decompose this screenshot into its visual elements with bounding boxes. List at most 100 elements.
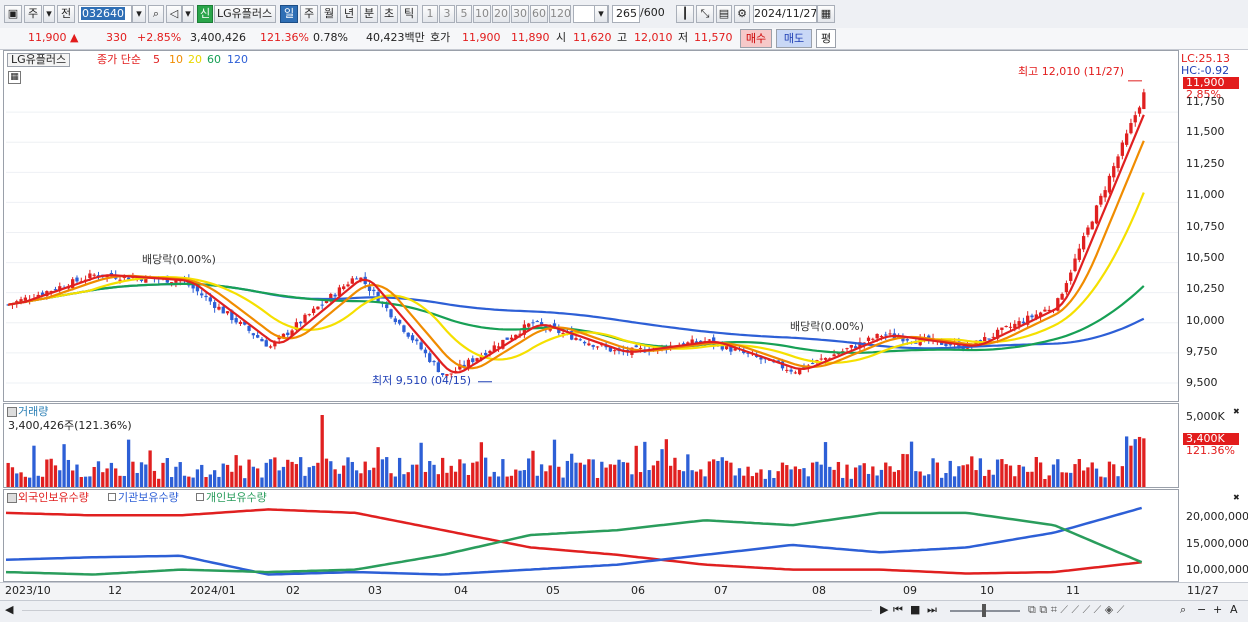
volume-bar [772, 477, 776, 487]
zoom-out-icon[interactable]: − [1197, 604, 1206, 616]
x-tick: 09 [903, 584, 917, 597]
candle-body [905, 339, 909, 341]
window-menu-icon[interactable]: ▣ [4, 5, 22, 23]
minute-unit-30[interactable]: 30 [511, 5, 529, 23]
volume-close-icon[interactable]: ✖ [1233, 406, 1240, 418]
volume-bar [225, 464, 230, 487]
type-dropdown-icon[interactable]: ▾ [43, 5, 55, 23]
period-month-label: 월 [323, 7, 335, 20]
draw-tool-icon[interactable]: ⤡ [696, 5, 714, 23]
zoom-in-icon[interactable]: + [1213, 604, 1222, 616]
tab-period-second[interactable]: 초 [380, 5, 398, 23]
count-input[interactable]: 265 [612, 5, 640, 23]
holdings-panel-icon[interactable] [7, 493, 17, 503]
minute-unit-120[interactable]: 120 [549, 5, 571, 23]
minute-unit-20[interactable]: 20 [492, 5, 510, 23]
date-input[interactable]: 2024/11/27 [753, 5, 817, 23]
minute-unit-10[interactable]: 10 [473, 5, 491, 23]
calendar-icon[interactable]: ▦ [817, 5, 835, 23]
code-input[interactable]: 032640 [78, 5, 132, 23]
volume-bar [574, 462, 578, 487]
candle-type-icon[interactable]: ┃ [676, 5, 694, 23]
candle-body [1069, 272, 1073, 281]
volume-bar [174, 466, 178, 487]
speaker-icon[interactable]: ◁ [166, 5, 182, 23]
tab-period-week[interactable]: 주 [300, 5, 318, 23]
volume-bar [324, 458, 329, 487]
last-page-icon[interactable]: ⏭ [927, 604, 937, 616]
candle-body [888, 333, 892, 335]
candle-body [367, 286, 372, 291]
scrollbar-track[interactable] [22, 610, 872, 611]
scroll-left-icon[interactable]: ◀ [5, 604, 13, 616]
volume-bar [690, 470, 694, 487]
x-tick: 06 [631, 584, 645, 597]
tab-period-day[interactable]: 일 [280, 5, 298, 23]
prev-button[interactable]: 전 [57, 5, 75, 23]
volume-bar [303, 475, 307, 487]
y-tick: 11,000 [1186, 188, 1225, 201]
holdings-panel[interactable]: 외국인보유수량 기관보유수량 개인보유수량 20,000,000 15,000,… [0, 489, 1248, 582]
minute-unit-1[interactable]: 1 [422, 5, 438, 23]
volume-bar [126, 439, 131, 487]
type-select[interactable]: 주 [24, 5, 42, 23]
volume-bar [552, 439, 557, 487]
grid-toggle-icon[interactable]: ▦ [8, 71, 21, 84]
candle-body [613, 350, 617, 352]
volume-bar [19, 472, 23, 487]
minute-unit-60[interactable]: 60 [530, 5, 548, 23]
volume-bar [402, 474, 406, 487]
candle-body [423, 349, 428, 354]
volume-bar [1069, 472, 1073, 487]
volume-bar [71, 470, 75, 487]
sell-button[interactable]: 매도 [776, 29, 812, 48]
price-panel[interactable]: LG유플러스 종가 단순 5 10 20 60 120 ▦ 최고 12,010 … [0, 50, 1248, 402]
font-size-icon[interactable]: A [1230, 604, 1238, 616]
first-page-icon[interactable]: ⏮ [893, 604, 903, 616]
volume-bar [853, 467, 858, 487]
toolbar: ▣ 주 ▾ 전 032640 ▾ ⌕ ◁ ▾ 신 LG유플러스 일 주 월 년 … [0, 0, 1248, 29]
candle-body [256, 335, 260, 338]
tab-period-year[interactable]: 년 [340, 5, 358, 23]
volume-bar [1008, 465, 1013, 487]
holdings-close-icon[interactable]: ✖ [1233, 492, 1240, 504]
speaker-dropdown-icon[interactable]: ▾ [182, 5, 194, 23]
scroll-right-icon[interactable]: ▶ [880, 604, 888, 616]
zoom-icon[interactable]: ⌕ [1180, 604, 1186, 616]
chart-tools-icons[interactable]: ⧉ ⧉ ⌗ ⟋ ⟋ ⟋ ⟋ ◈ ⟋ [1028, 604, 1124, 616]
low-price: 11,570 [694, 31, 733, 44]
legend-foreign: 외국인보유수량 [18, 491, 89, 504]
period-tick-label: 틱 [403, 7, 415, 20]
minute-unit-5[interactable]: 5 [456, 5, 472, 23]
eval-button[interactable]: 평 [816, 29, 836, 48]
volume-bar [105, 468, 109, 487]
volume-chart [6, 415, 1146, 487]
save-icon[interactable]: ▤ [716, 5, 732, 23]
minute-unit-3[interactable]: 3 [439, 5, 455, 23]
x-tick: 05 [546, 584, 560, 597]
tab-period-minute[interactable]: 분 [360, 5, 378, 23]
candle-body [1124, 133, 1129, 145]
candle-body [234, 318, 238, 323]
volume-bar [45, 459, 49, 487]
volume-bar [496, 476, 501, 487]
candle-body [810, 363, 815, 365]
volume-panel-icon[interactable] [7, 407, 17, 417]
buy-button[interactable]: 매수 [740, 29, 772, 48]
high-annotation: 최고 12,010 (11/27) [1018, 65, 1125, 78]
volume-bar [539, 464, 544, 487]
stop-icon[interactable]: ■ [910, 604, 920, 616]
settings-gear-icon[interactable]: ⚙ [734, 5, 750, 23]
volume-panel[interactable]: 거래량 3,400,426주(121.36%) 5,000K 3,400K 12… [0, 403, 1248, 488]
candle-body [393, 318, 397, 323]
volume-bar [505, 476, 509, 487]
tab-period-month[interactable]: 월 [320, 5, 338, 23]
candle-body [574, 338, 578, 340]
volume-bar [767, 470, 772, 487]
tab-period-tick[interactable]: 틱 [400, 5, 418, 23]
zoom-slider-thumb[interactable] [982, 604, 986, 617]
code-dropdown-icon[interactable]: ▾ [132, 5, 146, 23]
minute-dropdown-icon[interactable]: ▾ [594, 5, 608, 23]
volume-bar [849, 478, 853, 487]
search-icon[interactable]: ⌕ [148, 5, 164, 23]
